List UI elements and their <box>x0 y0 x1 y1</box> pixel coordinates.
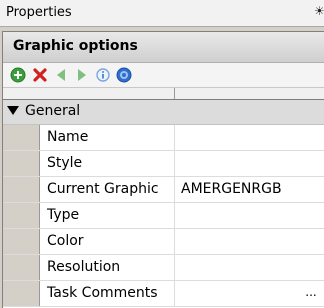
forward-button[interactable] <box>73 66 91 84</box>
delete-button[interactable] <box>31 66 49 84</box>
property-row[interactable]: Name <box>3 125 324 151</box>
row-gutter <box>3 229 40 254</box>
row-gutter <box>3 177 40 202</box>
back-arrow-icon <box>57 69 65 81</box>
property-name: Resolution <box>47 259 121 275</box>
row-gutter <box>3 125 40 150</box>
add-button[interactable] <box>9 66 27 84</box>
row-gutter <box>3 281 40 306</box>
pin-icon[interactable]: ☀ <box>314 4 324 18</box>
row-gutter <box>3 151 40 176</box>
graphic-options-container: Graphic options General Name Style Curre… <box>2 31 324 308</box>
property-name: Current Graphic <box>47 181 159 197</box>
title-bar: Properties ☀ <box>0 0 324 27</box>
forward-arrow-icon <box>78 69 86 81</box>
property-name: Color <box>47 233 84 249</box>
add-icon <box>10 67 26 83</box>
property-row[interactable]: Current Graphic AMERGENRGB <box>3 177 324 203</box>
collapse-triangle-icon[interactable] <box>7 106 19 115</box>
ellipsis-button[interactable]: ... <box>303 285 319 301</box>
property-value[interactable]: AMERGENRGB <box>181 181 282 197</box>
properties-panel: Properties ☀ Graphic options General Nam… <box>0 0 324 308</box>
property-name: Name <box>47 129 89 145</box>
grid-column-header <box>3 88 324 100</box>
property-name: Task Comments <box>47 285 158 301</box>
toolbar <box>3 63 324 88</box>
category-label: General <box>25 103 81 119</box>
column-separator[interactable] <box>174 88 175 99</box>
help-icon <box>116 67 132 83</box>
section-title: Graphic options <box>13 38 138 54</box>
category-general[interactable]: General <box>3 100 324 125</box>
property-name: Style <box>47 155 83 171</box>
property-grid: General Name Style Current Graphic AMERG… <box>3 100 324 307</box>
info-button[interactable] <box>94 66 112 84</box>
info-icon <box>96 68 110 82</box>
property-name: Type <box>47 207 80 223</box>
delete-icon <box>33 68 47 82</box>
property-row[interactable]: Task Comments ... <box>3 281 324 307</box>
help-button[interactable] <box>115 66 133 84</box>
row-gutter <box>3 203 40 228</box>
section-header: Graphic options <box>3 32 324 63</box>
property-row[interactable]: Type <box>3 203 324 229</box>
property-row[interactable]: Resolution <box>3 255 324 281</box>
back-button[interactable] <box>52 66 70 84</box>
property-row[interactable]: Style <box>3 151 324 177</box>
property-row[interactable]: Color <box>3 229 324 255</box>
row-gutter <box>3 255 40 280</box>
panel-title: Properties <box>6 5 72 20</box>
